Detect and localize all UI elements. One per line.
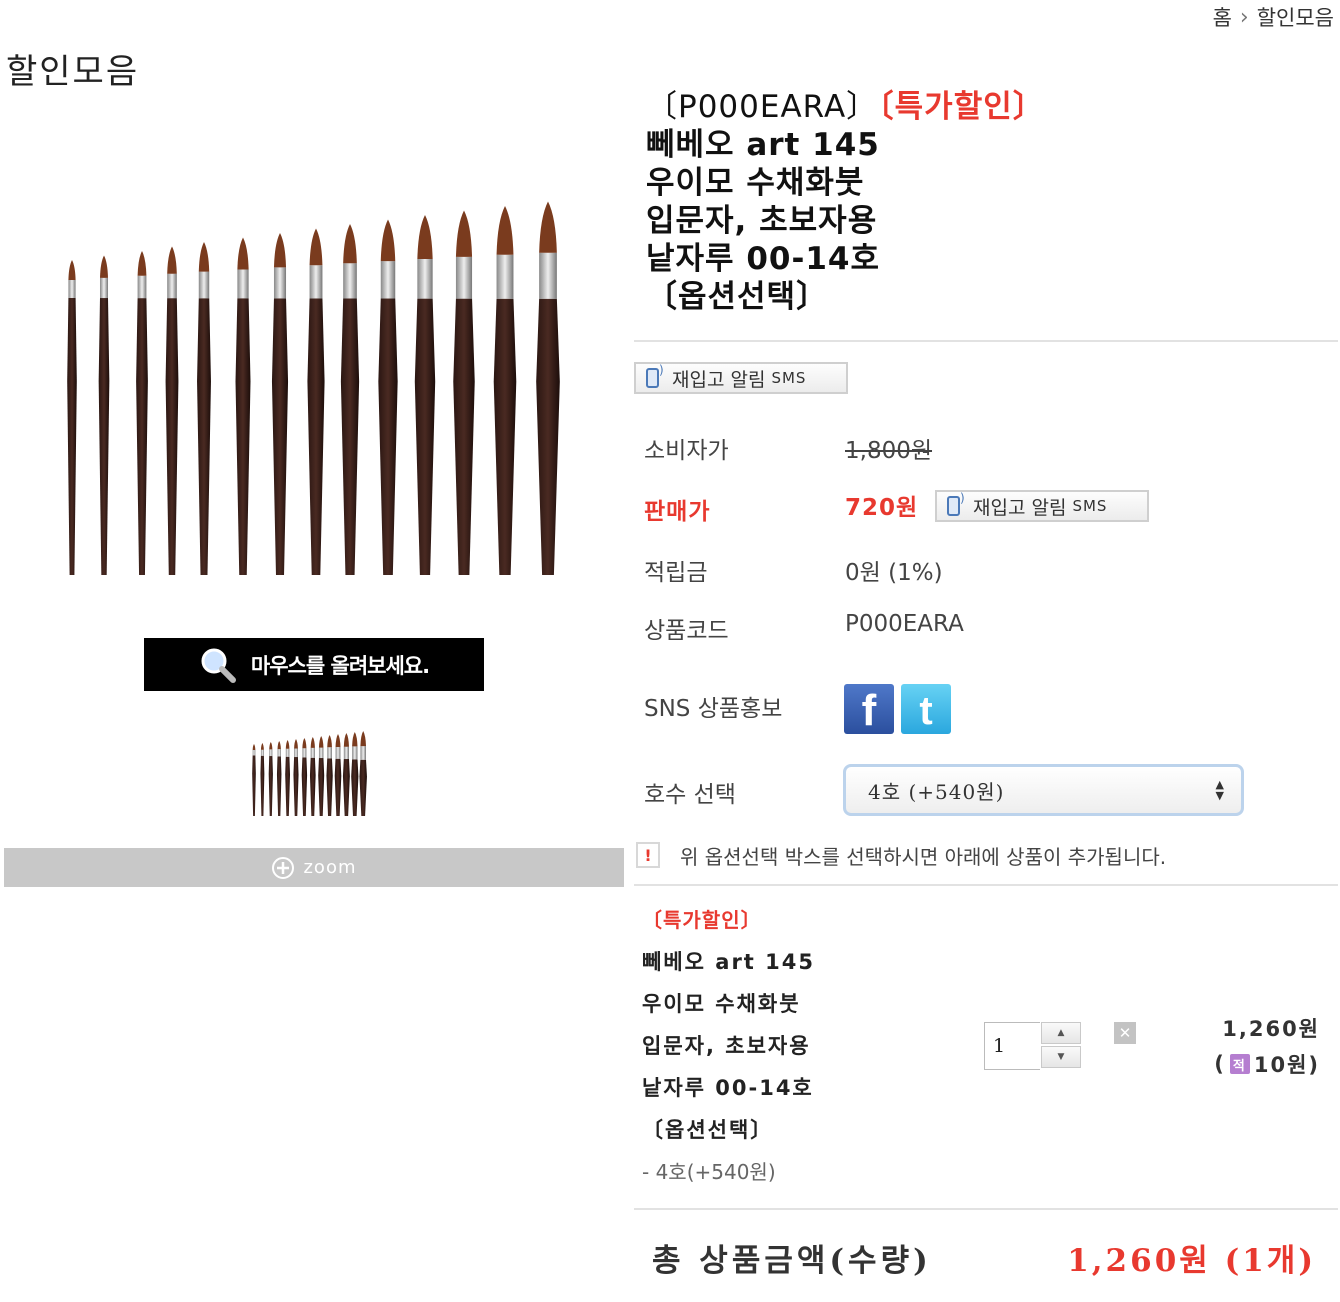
brush-3: [165, 246, 179, 575]
selected-item-line: 〔옵션선택〕: [642, 1118, 774, 1142]
zoom-hint-banner: 마우스를 올려보세요.: [144, 638, 484, 691]
selected-item-line: 우이모 수채화붓: [642, 992, 801, 1016]
selected-item-line: 낱자루 00-14호: [642, 1076, 814, 1100]
consumer-price-value: 1,800원: [845, 438, 933, 464]
points-open-paren: (: [1214, 1052, 1226, 1076]
option-label: 호수 선택: [644, 782, 736, 808]
thumb-brush-8: [318, 736, 325, 816]
facebook-icon[interactable]: f: [844, 684, 894, 734]
sale-price-value: 720원: [845, 495, 919, 521]
product-code-label: 상품코드: [644, 618, 729, 644]
thumb-brush-13: [359, 731, 367, 816]
selected-item-points: ( 적 10원): [1214, 1049, 1320, 1079]
consumer-price-label: 소비자가: [644, 438, 729, 464]
option-select-value: 4호 (+540원): [868, 779, 1005, 804]
product-image[interactable]: [40, 190, 600, 590]
selected-item-option: - 4호(+540원): [642, 1160, 776, 1184]
brush-12: [493, 206, 517, 575]
product-name-line: 〔옵션선택〕: [646, 279, 829, 315]
thumb-brush-3: [276, 741, 282, 816]
thumb-brush-2: [268, 742, 273, 816]
product-thumbnail[interactable]: [246, 728, 374, 820]
thumb-brush-11: [342, 733, 350, 816]
sns-label: SNS 상품홍보: [644, 696, 783, 722]
thumb-brush-4: [285, 740, 290, 816]
thumb-brush-0: [252, 744, 256, 816]
selected-item-tag: 〔특가할인〕: [642, 908, 762, 932]
brush-9: [378, 219, 398, 575]
magnifier-icon: [201, 648, 236, 683]
breadcrumb-home[interactable]: 홈: [1213, 2, 1232, 32]
brush-1: [98, 255, 110, 575]
select-arrows-icon: ▲ ▼: [1215, 778, 1225, 802]
zoom-button[interactable]: zoom: [4, 848, 624, 887]
brush-4: [197, 242, 211, 575]
thumb-brush-10: [334, 734, 342, 816]
brush-5: [235, 237, 251, 575]
zoom-hint-text: 마우스를 올려보세요.: [250, 653, 430, 678]
product-name-line: 뻬베오 art 145: [646, 127, 880, 163]
restock-label: 재입고 알림: [672, 368, 766, 391]
selected-item-line: 뻬베오 art 145: [642, 950, 815, 974]
thumb-brush-5: [293, 739, 299, 816]
total-label: 총 상품금액(수량): [652, 1243, 932, 1279]
alert-icon: !: [636, 842, 660, 868]
brush-10: [414, 215, 436, 575]
brush-0: [67, 260, 77, 575]
page-title: 할인모음: [6, 52, 140, 92]
sms-label: SMS: [771, 369, 807, 387]
restock-sms-button-2[interactable]: 재입고 알림 SMS: [935, 490, 1149, 522]
selected-item-line: 입문자, 초보자용: [642, 1034, 811, 1058]
plus-circle-icon: [272, 856, 295, 879]
brush-6: [271, 233, 289, 575]
points-label: 적립금: [644, 560, 708, 586]
chevron-right-icon: ›: [1239, 4, 1249, 30]
brush-2: [136, 251, 148, 575]
points-value: 0원 (1%): [845, 560, 943, 586]
remove-item-icon[interactable]: ✕: [1114, 1022, 1136, 1044]
quantity-down-button[interactable]: ▼: [1041, 1046, 1081, 1068]
brush-8: [340, 224, 360, 575]
restock-label: 재입고 알림: [973, 496, 1067, 519]
brush-11: [453, 210, 475, 575]
twitter-icon[interactable]: t: [901, 684, 951, 734]
phone-icon: [644, 363, 666, 390]
selected-item-points-value: 10원): [1253, 1053, 1320, 1077]
breadcrumb: 홈 › 할인모음: [1213, 2, 1334, 32]
product-code: 〔P000EARA〕: [646, 89, 879, 125]
thumb-brush-9: [326, 735, 333, 816]
total-value: 1,260원 (1개): [1067, 1243, 1316, 1279]
sms-label: SMS: [1072, 497, 1108, 515]
divider: [634, 340, 1338, 342]
product-name-line: 우이모 수채화붓: [646, 165, 865, 201]
thumb-brush-6: [301, 738, 308, 816]
discount-tag: 〔특가할인〕: [878, 89, 1045, 125]
notice-text: 위 옵션선택 박스를 선택하시면 아래에 상품이 추가됩니다.: [680, 845, 1167, 869]
sale-price-label: 판매가: [644, 499, 711, 525]
phone-icon: [945, 491, 967, 518]
thumb-brush-7: [309, 737, 316, 816]
thumb-brush-1: [260, 743, 265, 816]
quantity-up-button[interactable]: ▲: [1041, 1022, 1081, 1044]
product-name-line: 낱자루 00-14호: [646, 241, 881, 277]
breadcrumb-current[interactable]: 할인모음: [1257, 2, 1334, 32]
brush-13: [536, 201, 560, 575]
option-select[interactable]: 4호 (+540원) ▲ ▼: [843, 764, 1244, 816]
quantity-input[interactable]: [984, 1022, 1040, 1070]
restock-sms-button[interactable]: 재입고 알림 SMS: [634, 362, 848, 394]
zoom-label: zoom: [303, 857, 357, 878]
product-name: 〔P000EARA〕〔특가할인〕 뻬베오 art 145 우이모 수채화붓 입문…: [646, 88, 1306, 316]
divider: [634, 1208, 1338, 1210]
brush-7: [307, 228, 325, 575]
selected-item-price: 1,260원: [1222, 1017, 1320, 1041]
thumb-brush-12: [351, 732, 359, 816]
points-icon: 적: [1229, 1054, 1250, 1074]
product-code-value: P000EARA: [845, 611, 964, 637]
product-name-line: 입문자, 초보자용: [646, 203, 878, 239]
divider: [634, 884, 1338, 886]
